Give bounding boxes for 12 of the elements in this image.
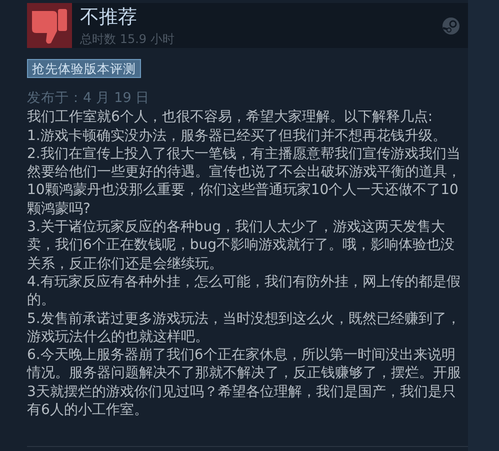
early-access-tag: 抢先体验版本评测 [27, 59, 141, 78]
review-paragraph: 1.游戏卡顿确实没办法，服务器已经买了但我们并不想再花钱升级。 [27, 126, 448, 145]
review-paragraph: 我们工作室就6个人，也很不容易，希望大家理解。以下解释几点: [27, 108, 434, 127]
review-paragraph: 3.关于诸位玩家反应的各种bug，我们人太少了，游戏这两天发售大卖，我们6个正在数钱呢，bug不影响游戏就行了。哦，影响体验也没关系，反正你们还是会继续玩。 [27, 218, 456, 273]
review-paragraph: 4.有玩家反应有各种外挂，怎么可能，我们有防外挂，网上传的都是假的。 [27, 272, 462, 310]
steam-logo-icon [442, 16, 460, 34]
playtime-text: 总时数 15.9 小时 [80, 32, 176, 46]
review-paragraph: 5.发售前承诺过更多游戏玩法，当时没想到这么火，既然已经赚到了，游戏玩法什么的也就这样吧。 [27, 310, 462, 346]
posted-date: 发布于：4 月 19 日 [27, 89, 151, 108]
verdict-title: 不推荐 [80, 6, 138, 28]
review-paragraph: 2.我们在宣传上投入了很大一笔钱，有主播愿意帮我们宣传游戏我们当然要给他们一些更好的待遇。宣传也说了不会出破坏游戏平衡的道具，10颗鸿蒙丹也没那么重要，你们这些普通玩家10个人一天还做不了10颗鸿蒙吗? [27, 144, 462, 218]
review-paragraph: 6.今天晚上服务器崩了我们6个正在家休息，所以第一时间没出来说明情况。服务器问题解决不了那就不解决了，反正钱赚够了，摆烂。开服3天就摆烂的游戏你们见过吗？希望各位理解，我们是国产，我们是只有6人的小工作室。 [27, 346, 462, 420]
